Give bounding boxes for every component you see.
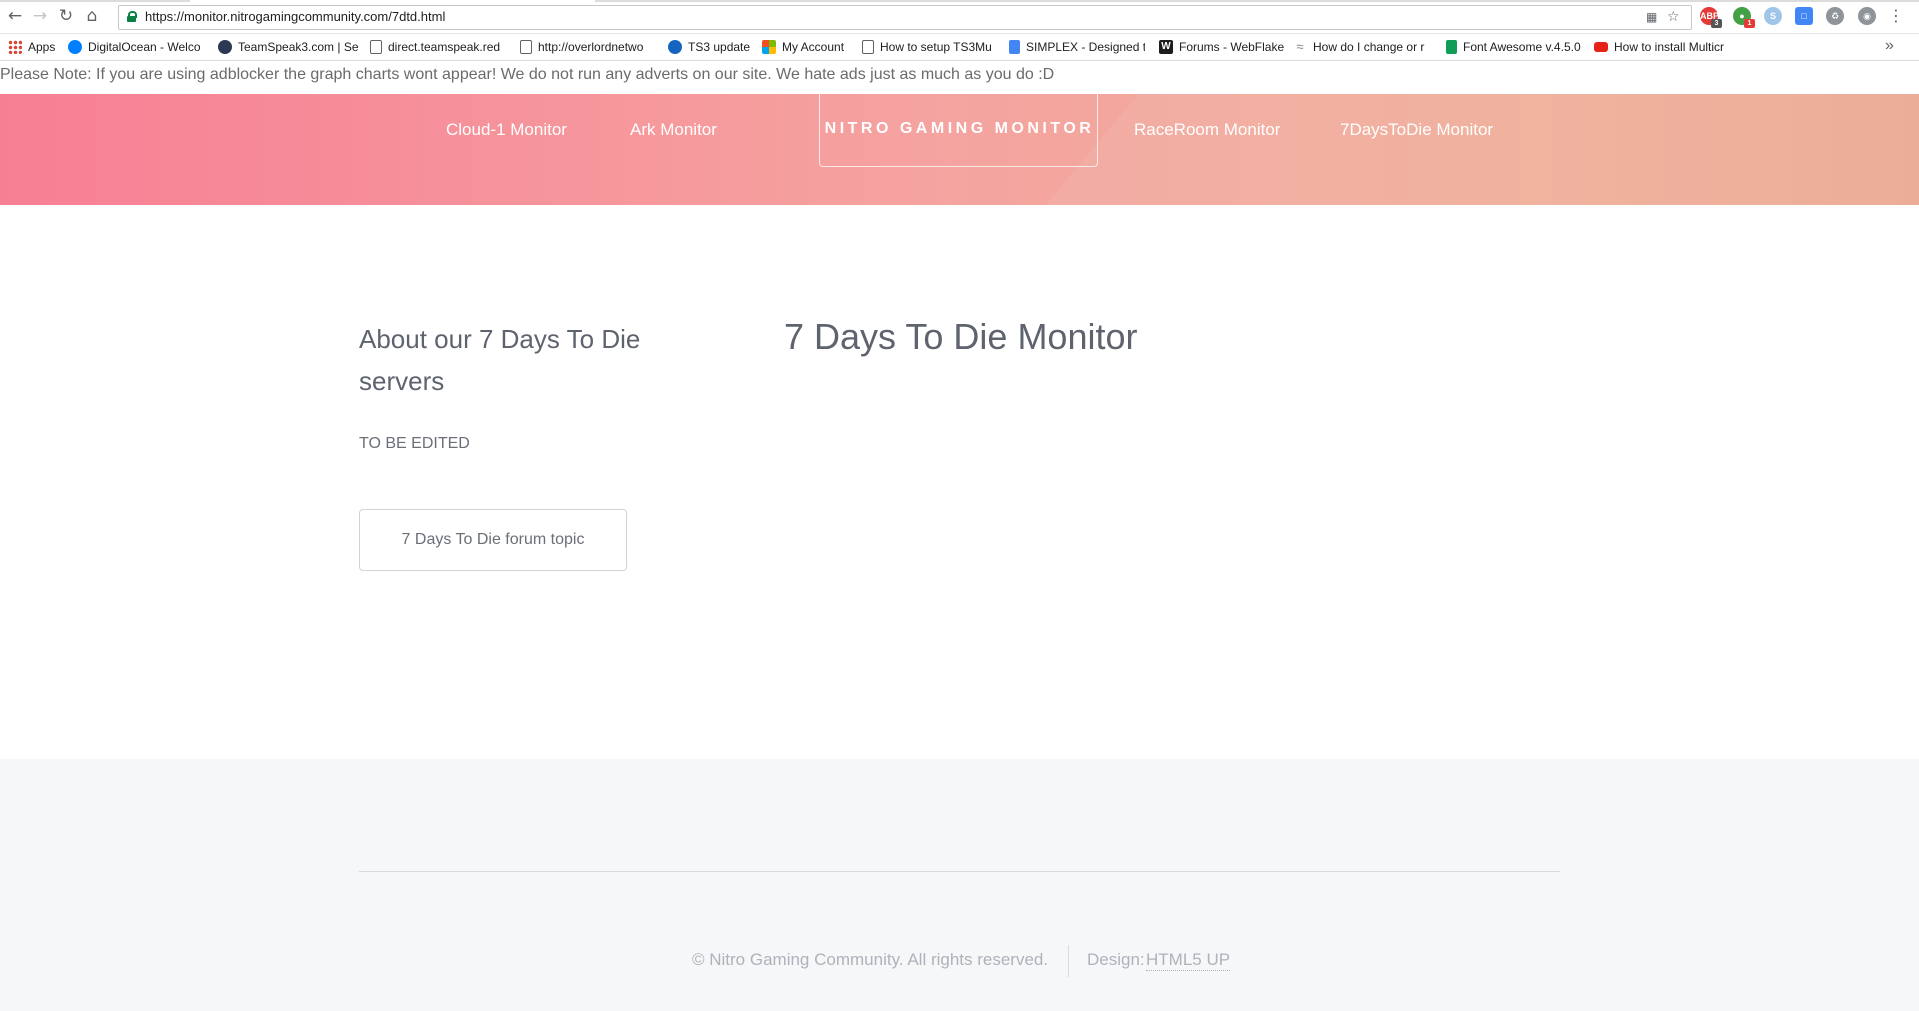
site-logo-text[interactable]: NITRO GAMING MONITOR [820, 120, 1099, 138]
forum-topic-button[interactable]: 7 Days To Die forum topic [359, 509, 627, 571]
lock-icon[interactable] [127, 11, 137, 22]
youtube-icon [1594, 42, 1608, 52]
star-icon[interactable]: ☆ [1667, 9, 1680, 25]
url-text[interactable]: https://monitor.nitrogamingcommunity.com… [145, 9, 445, 24]
sidebar-text: TO BE EDITED [359, 435, 470, 452]
bookmark-teamspeak[interactable]: TeamSpeak3.com | Se [218, 39, 358, 55]
reload-icon[interactable]: ↻ [56, 6, 76, 26]
adblock-notice: Please Note: If you are using adblocker … [0, 66, 1055, 83]
page-icon [862, 40, 874, 54]
bookmark-my-account[interactable]: My Account [762, 39, 848, 55]
bookmark-overlordnetwork[interactable]: http://overlordnetwo [520, 39, 656, 55]
back-arrow-icon[interactable]: ← [5, 6, 25, 26]
home-icon[interactable]: ⌂ [82, 6, 102, 26]
bookmark-simplex[interactable]: SIMPLEX - Designed t [1009, 39, 1145, 55]
nav-link-cloud1-monitor[interactable]: Cloud-1 Monitor [446, 120, 567, 140]
tab-strip [0, 0, 1919, 2]
nav-link-ark-monitor[interactable]: Ark Monitor [630, 120, 717, 140]
bookmarks-bar: Apps DigitalOcean - Welco TeamSpeak3.com… [0, 34, 1919, 61]
bookmark-digitalocean[interactable]: DigitalOcean - Welco [68, 39, 208, 55]
more-bookmarks-icon[interactable]: » [1885, 37, 1894, 55]
page-title: 7 Days To Die Monitor [784, 316, 1138, 357]
copyright-text: © Nitro Gaming Community. All rights res… [692, 950, 1049, 969]
bookmark-ts3musicbot[interactable]: How to setup TS3Mu [862, 39, 998, 55]
page-icon [520, 40, 532, 54]
address-bar[interactable]: https://monitor.nitrogamingcommunity.com… [118, 5, 1692, 30]
microsoft-icon [762, 40, 776, 54]
green-extension-icon[interactable]: ● 1 [1733, 7, 1755, 28]
forward-arrow-icon[interactable]: → [30, 6, 50, 26]
bookmark-apps[interactable]: Apps [8, 39, 60, 55]
footer-separator [1068, 945, 1069, 977]
skype-extension-icon[interactable]: S [1764, 7, 1782, 25]
bookmark-direct-teamspeak[interactable]: direct.teamspeak.red [370, 39, 502, 55]
apps-grid-icon [8, 40, 22, 54]
bookmark-ts3-update[interactable]: TS3 update [668, 39, 754, 55]
docs-icon [1009, 40, 1020, 54]
bookmark-webflake[interactable]: W Forums - WebFlake [1159, 39, 1287, 55]
digitalocean-icon [68, 40, 82, 54]
blocked-content-icon[interactable]: ▦ [1646, 10, 1657, 24]
sidebar-title: About our 7 Days To Die servers [359, 324, 641, 396]
wifi-icon: ≈ [1296, 39, 1304, 54]
design-label: Design: [1087, 950, 1145, 969]
recycle-extension-icon[interactable]: ♻ [1826, 7, 1844, 25]
adblock-extension-icon[interactable]: ABP 3 [1700, 7, 1722, 28]
bookmark-install-multicraft[interactable]: How to install Multicr [1594, 39, 1746, 55]
kebab-menu-icon[interactable]: ⋮ [1888, 6, 1904, 25]
webflake-icon: W [1159, 40, 1173, 54]
sheet-icon [1446, 40, 1457, 54]
teamspeak-icon [218, 40, 232, 54]
site-logo[interactable]: NITRO GAMING MONITOR [819, 94, 1098, 167]
cast-extension-icon[interactable]: □ [1795, 7, 1813, 25]
eye-extension-icon[interactable]: ◉ [1858, 7, 1876, 25]
ts3-update-icon [668, 40, 682, 54]
active-tab-indicator[interactable] [190, 0, 595, 2]
design-credit-link[interactable]: HTML5 UP [1146, 950, 1231, 971]
nav-link-raceroom-monitor[interactable]: RaceRoom Monitor [1134, 120, 1280, 140]
footer-divider [359, 871, 1560, 872]
site-footer: © Nitro Gaming Community. All rights res… [0, 759, 1919, 1011]
nav-link-7daystodie-monitor[interactable]: 7DaysToDie Monitor [1340, 120, 1493, 140]
browser-toolbar: ← → ↻ ⌂ https://monitor.nitrogamingcommu… [0, 0, 1919, 34]
bookmark-font-awesome[interactable]: Font Awesome v.4.5.0 [1446, 39, 1586, 55]
bookmark-how-do-i-change[interactable]: ≈ How do I change or r [1293, 39, 1433, 55]
page-icon [370, 40, 382, 54]
